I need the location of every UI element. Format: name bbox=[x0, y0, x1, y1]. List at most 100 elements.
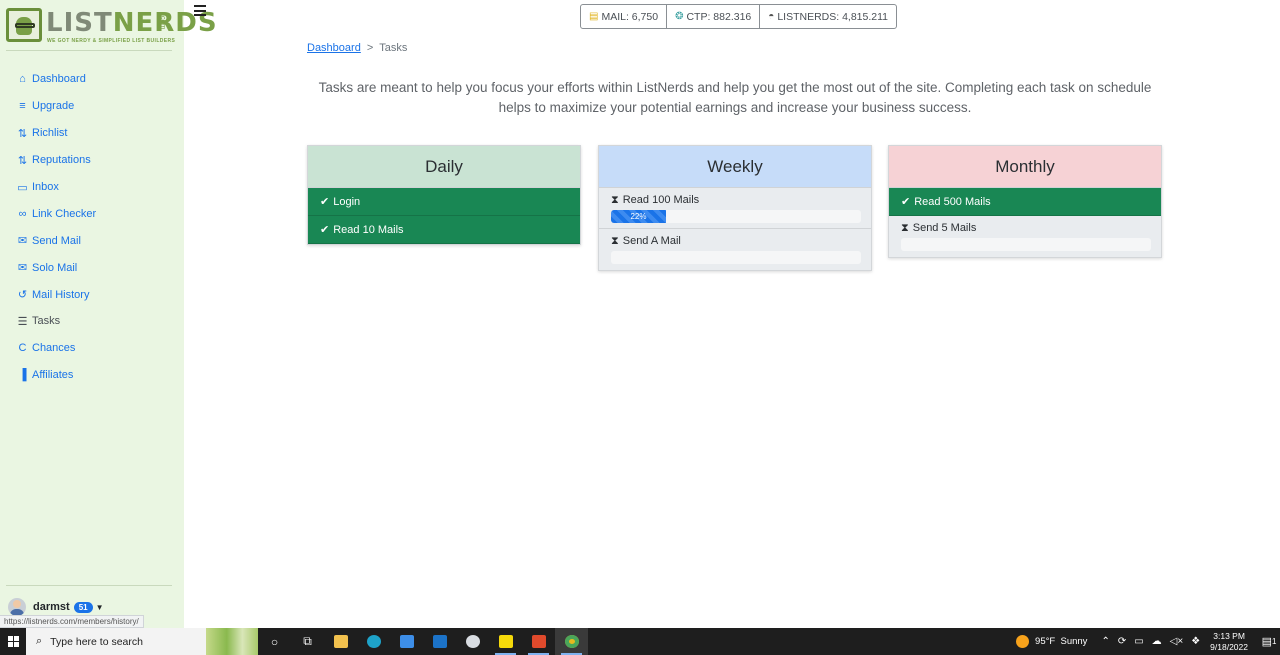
clock-date: 9/18/2022 bbox=[1210, 641, 1248, 652]
stat-label: CTP: 882.316 bbox=[686, 10, 752, 23]
sidebar-item-upgrade[interactable]: ≡ Upgrade bbox=[16, 93, 96, 120]
cloud-icon[interactable]: ☁ bbox=[1152, 636, 1162, 647]
task-label: Read 500 Mails bbox=[914, 195, 991, 208]
sidebar-item-label: Upgrade bbox=[32, 100, 75, 113]
sun-icon bbox=[1016, 635, 1030, 648]
windows-taskbar: ⌕ Type here to search ○ ⧉ 95°F Sunny ⌃ ⟳ … bbox=[0, 628, 1280, 655]
chrome-icon[interactable] bbox=[555, 628, 588, 655]
card-title: Monthly bbox=[889, 146, 1161, 188]
check-icon: ✔ bbox=[320, 196, 330, 208]
progress-fill: 22% bbox=[611, 210, 666, 223]
sidebar-item-label: Richlist bbox=[32, 127, 68, 140]
sidebar-item-dashboard[interactable]: ⌂ Dashboard bbox=[16, 66, 96, 93]
sidebar-item-mail-history[interactable]: ↺ Mail History bbox=[16, 281, 96, 308]
history-icon: ↺ bbox=[17, 289, 28, 302]
sidebar-item-chances[interactable]: C Chances bbox=[16, 335, 96, 362]
weekly-card: Weekly ⧗ Read 100 Mails 22% ⧗ Send A Mail bbox=[598, 145, 872, 271]
hamburger-menu-icon[interactable] bbox=[194, 5, 206, 19]
nerd-logo-icon bbox=[6, 8, 42, 42]
username: darmst bbox=[33, 601, 70, 613]
brave-icon[interactable] bbox=[522, 628, 555, 655]
sidebar-divider bbox=[6, 50, 172, 51]
sidebar-item-label: Dashboard bbox=[32, 73, 86, 86]
refresh-icon: C bbox=[18, 342, 27, 355]
sidebar-item-reputations[interactable]: ⇅ Reputations bbox=[16, 147, 96, 174]
search-highlight-image[interactable] bbox=[206, 628, 258, 655]
sidebar-item-affiliates[interactable]: ▐ Affiliates bbox=[16, 362, 96, 389]
network-icon[interactable]: ▭ bbox=[1134, 636, 1143, 647]
edge-icon[interactable] bbox=[357, 628, 390, 655]
task-label: Send A Mail bbox=[622, 235, 681, 247]
speaker-muted-icon[interactable]: ◁× bbox=[1170, 636, 1184, 647]
stat-mail[interactable]: ▤ MAIL: 6,750 bbox=[581, 5, 668, 28]
progress-bar: 22% bbox=[611, 210, 861, 223]
sidebar-item-solo-mail[interactable]: ✉ Solo Mail bbox=[16, 254, 96, 281]
breadcrumb-dashboard-link[interactable]: Dashboard bbox=[307, 42, 361, 54]
logo-com: .com bbox=[159, 14, 166, 30]
inbox-icon: ▭ bbox=[17, 181, 28, 194]
clock[interactable]: 3:13 PM 9/18/2022 bbox=[1210, 631, 1248, 653]
progress-bar bbox=[901, 238, 1151, 251]
taskbar-search-box[interactable]: ⌕ Type here to search bbox=[26, 628, 206, 655]
cortana-icon[interactable]: ○ bbox=[258, 628, 291, 655]
trophy-icon: ❂ bbox=[675, 11, 684, 22]
notification-count: 1 bbox=[1271, 637, 1277, 646]
chevron-up-icon[interactable]: ⌃ bbox=[1101, 636, 1109, 647]
monthly-card: Monthly ✔ Read 500 Mails ⧗ Send 5 Mails bbox=[888, 145, 1162, 258]
task-send-a-mail: ⧗ Send A Mail bbox=[599, 229, 871, 270]
file-explorer-icon[interactable] bbox=[324, 628, 357, 655]
stats-bar: ▤ MAIL: 6,750 ❂ CTP: 882.316 ◓ LISTNERDS: 4… bbox=[580, 4, 898, 29]
sync-icon[interactable]: ⟳ bbox=[1118, 636, 1126, 647]
hourglass-icon: ⧗ bbox=[611, 194, 619, 206]
check-icon: ✔ bbox=[320, 224, 330, 236]
windows-start-button[interactable] bbox=[0, 628, 26, 655]
user-menu[interactable]: darmst 51 ▼ bbox=[8, 598, 104, 616]
weather-widget[interactable]: 95°F Sunny bbox=[1016, 635, 1087, 648]
notification-icon[interactable]: ▤ 1 bbox=[1258, 635, 1280, 648]
task-list-icon: ☰ bbox=[17, 315, 28, 328]
dropbox-icon[interactable]: ❖ bbox=[1191, 636, 1200, 647]
search-placeholder: Type here to search bbox=[50, 635, 143, 648]
sidebar-item-richlist[interactable]: ⇅ Richlist bbox=[16, 120, 96, 147]
caret-down-icon: ▼ bbox=[95, 602, 104, 612]
task-send-5-mails: ⧗ Send 5 Mails bbox=[889, 216, 1161, 257]
breadcrumb-separator: > bbox=[366, 42, 374, 54]
hourglass-icon: ⧗ bbox=[901, 222, 909, 234]
hourglass-icon: ⧗ bbox=[611, 235, 619, 247]
stat-ctp[interactable]: ❂ CTP: 882.316 bbox=[667, 5, 761, 28]
clock-time: 3:13 PM bbox=[1213, 630, 1245, 641]
task-read-500-mails: ✔ Read 500 Mails bbox=[889, 188, 1161, 216]
coins-icon: ▤ bbox=[589, 11, 599, 22]
link-icon: ∞ bbox=[18, 207, 27, 220]
listnerds-logo[interactable]: LISTNERDS .com WE GOT NERDY & SIMPLIFIED… bbox=[6, 8, 217, 44]
mail-icon[interactable] bbox=[423, 628, 456, 655]
sidebar-nav: ⌂ Dashboard ≡ Upgrade ⇅ Richlist ⇅ Reputatio… bbox=[16, 66, 96, 389]
sticky-notes-icon[interactable] bbox=[489, 628, 522, 655]
store-icon[interactable] bbox=[390, 628, 423, 655]
task-login: ✔ Login bbox=[308, 188, 580, 216]
sidebar-item-label: Mail History bbox=[32, 288, 90, 301]
stat-label: LISTNERDS: 4,815.211 bbox=[777, 10, 889, 23]
sort-icon: ⇅ bbox=[17, 127, 28, 140]
user-badge: 51 bbox=[73, 601, 93, 613]
layers-icon: ≡ bbox=[19, 100, 26, 113]
link-status-bar: https://listnerds.com/members/history/ bbox=[0, 615, 144, 628]
task-read-10-mails: ✔ Read 10 Mails bbox=[308, 216, 580, 244]
sidebar-item-label: Affiliates bbox=[32, 369, 74, 382]
task-view-icon[interactable]: ⧉ bbox=[291, 628, 324, 655]
sidebar-item-tasks[interactable]: ☰ Tasks bbox=[16, 308, 96, 335]
nerd-icon: ◓ bbox=[768, 11, 775, 22]
intro-text: Tasks are meant to help you focus your e… bbox=[318, 80, 1152, 115]
sidebar-item-label: Inbox bbox=[32, 181, 59, 193]
task-label: Login bbox=[333, 195, 361, 208]
sidebar-item-link-checker[interactable]: ∞ Link Checker bbox=[16, 200, 97, 227]
task-label: Read 100 Mails bbox=[622, 194, 700, 206]
logo-tagline: WE GOT NERDY & SIMPLIFIED LIST BUILDERS bbox=[47, 38, 176, 44]
stat-listnerds[interactable]: ◓ LISTNERDS: 4,815.211 bbox=[760, 5, 896, 28]
sidebar-item-label: Tasks bbox=[32, 315, 61, 328]
sidebar-item-label: Chances bbox=[32, 342, 76, 355]
sidebar-item-inbox[interactable]: ▭ Inbox bbox=[16, 174, 96, 201]
sidebar-item-send-mail[interactable]: ✉ Send Mail bbox=[16, 227, 96, 254]
app-icon[interactable] bbox=[456, 628, 489, 655]
logo-text-list: LIST bbox=[46, 8, 113, 38]
